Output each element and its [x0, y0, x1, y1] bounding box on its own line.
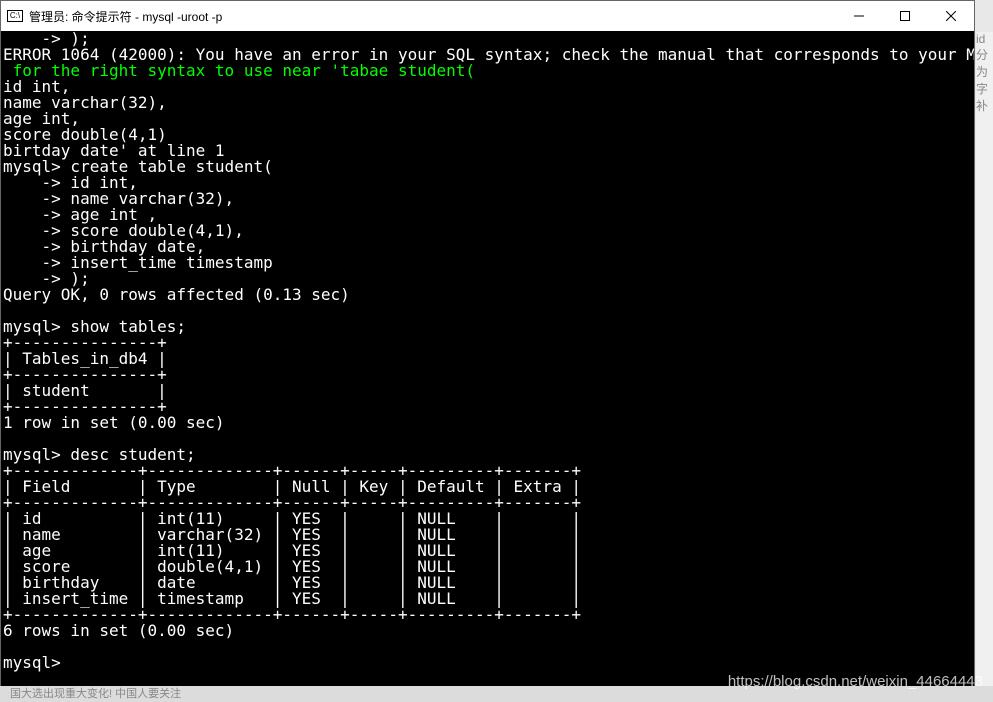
command-prompt-window: C:\ 管理员: 命令提示符 - mysql -uroot -p -> ); E… — [0, 0, 975, 690]
maximize-button[interactable] — [882, 1, 928, 31]
maximize-icon — [900, 11, 910, 21]
window-title: 管理员: 命令提示符 - mysql -uroot -p — [29, 8, 222, 25]
window-icon: C:\ — [7, 10, 23, 22]
window-controls — [836, 1, 974, 31]
minimize-button[interactable] — [836, 1, 882, 31]
close-button[interactable] — [928, 1, 974, 31]
background-news-strip: 国大选出现重大变化! 中国人要关注 — [0, 686, 993, 702]
close-icon — [946, 11, 956, 21]
minimize-icon — [854, 11, 864, 21]
background-sidebar: id 分 为 字 补 — [976, 32, 993, 686]
titlebar[interactable]: C:\ 管理员: 命令提示符 - mysql -uroot -p — [1, 1, 974, 31]
terminal-output[interactable]: -> ); ERROR 1064 (42000): You have an er… — [1, 31, 974, 689]
